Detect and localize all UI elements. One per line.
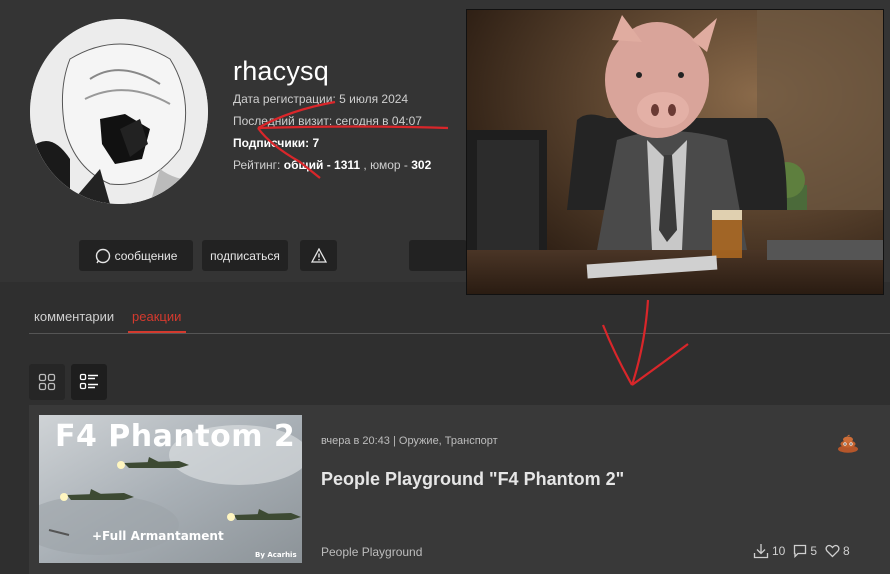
comment-icon <box>794 544 807 558</box>
grid-view-button[interactable] <box>29 364 65 400</box>
rating-total: 1311 <box>334 158 361 172</box>
rating-humor-label: , юмор - <box>363 158 408 172</box>
subscribe-button-label: подписаться <box>210 248 280 263</box>
report-button[interactable] <box>300 240 337 271</box>
search-icon <box>95 248 110 263</box>
rating: Рейтинг: общий - 1311 , юмор - 302 <box>233 158 431 172</box>
tabs: комментарии реакции <box>29 300 890 334</box>
comments-stat[interactable]: 5 <box>793 544 817 558</box>
list-view-button[interactable] <box>71 364 107 400</box>
pig-businessman-photo <box>467 10 883 294</box>
post-thumbnail[interactable]: F4 Phantom 2 +Full Armantament By Acarhi… <box>39 415 302 563</box>
more-button[interactable] <box>409 240 467 271</box>
heart-icon <box>825 544 840 558</box>
post-title[interactable]: People Playground "F4 Phantom 2" <box>321 469 624 490</box>
post-meta: вчера в 20:43 | Оружие, Транспорт <box>321 435 498 447</box>
username: rhacysq <box>233 56 329 86</box>
rating-label: Рейтинг: <box>233 158 281 172</box>
download-icon <box>753 544 769 559</box>
rating-humor: 302 <box>411 158 432 172</box>
subscribers-count: 7 <box>312 136 320 150</box>
poop-icon <box>838 434 858 453</box>
warning-icon <box>310 248 327 263</box>
comments-count: 5 <box>810 544 818 558</box>
subscribers-label: Подписчики: <box>233 136 310 150</box>
downloads-stat[interactable]: 10 <box>753 543 785 559</box>
thumbnail-subtitle: +Full Armantament <box>92 529 224 543</box>
post-card[interactable]: F4 Phantom 2 +Full Armantament By Acarhi… <box>29 405 890 574</box>
post-category[interactable]: People Playground <box>321 545 422 559</box>
grid-view-icon <box>38 373 56 391</box>
likes-stat[interactable]: 8 <box>825 544 850 558</box>
avatar <box>30 19 208 204</box>
message-button-label: сообщение <box>114 248 178 263</box>
likes-count: 8 <box>843 544 850 558</box>
list-view-icon <box>79 373 98 390</box>
registration-date: Дата регистрации: 5 июля 2024 <box>233 92 409 106</box>
tab-reactions[interactable]: реакции <box>132 309 181 324</box>
downloads-count: 10 <box>772 544 786 558</box>
subscribers[interactable]: Подписчики: 7 <box>233 136 319 150</box>
last-visit: Последний визит: сегодня в 04:07 <box>233 114 422 128</box>
message-button[interactable]: сообщение <box>79 240 193 271</box>
reaction-button[interactable] <box>837 433 859 458</box>
post-stats: 10 5 8 <box>753 543 850 559</box>
rating-total-label: общий - <box>283 158 331 172</box>
thumbnail-title: F4 Phantom 2 <box>55 419 296 454</box>
active-tab-indicator <box>128 331 186 333</box>
subscribe-button[interactable]: подписаться <box>202 240 288 271</box>
tab-comments[interactable]: комментарии <box>34 309 114 324</box>
thumbnail-credit: By Acarhis <box>255 551 297 559</box>
